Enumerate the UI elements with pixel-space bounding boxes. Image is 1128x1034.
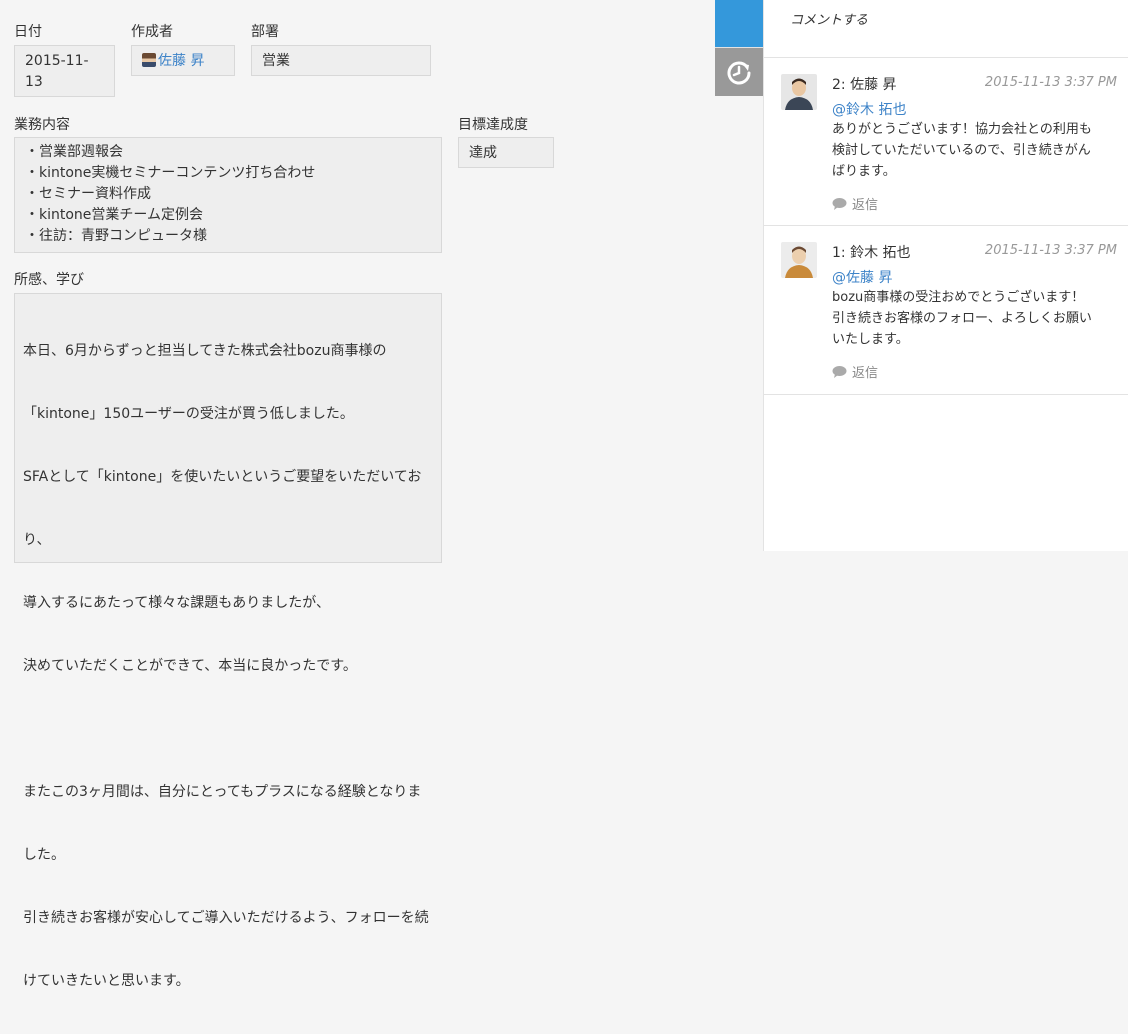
avatar [781,74,817,110]
date-value-line1: 2015-11- [25,53,89,69]
avatar [781,242,817,278]
department-label: 部署 [251,24,279,40]
impressions-line: り、 [23,532,51,548]
comment-mention[interactable]: @鈴木 拓也 [832,99,906,119]
comment-line: ばります。 [832,164,896,179]
comment-item: 2: 佐藤 昇 2015-11-13 3:37 PM @鈴木 拓也 ありがとうご… [764,58,1128,226]
reply-button[interactable]: 返信 [832,194,878,213]
impressions-line: 本日、6月からずっと担当してきた株式会社bozu商事様の [23,343,387,359]
goal-field: 達成 [458,137,554,168]
reply-bubble-icon [832,198,847,210]
creator-field: 佐藤 昇 [131,45,235,76]
impressions-line: した。 [23,847,65,863]
work-line: ・kintone営業チーム定例会 [25,207,203,223]
record-detail: 日付 2015-11- 13 作成者 佐藤 昇 部署 営業 業務内容 ・営業部週… [0,0,715,989]
comment-line: 引き続きお客様のフォロー、よろしくお願い [832,311,1092,326]
impressions-line: またこの3ヶ月間は、自分にとってもプラスになる経験となりま [23,784,422,800]
reply-button[interactable]: 返信 [832,362,878,381]
comment-date: 2015-11-13 3:37 PM [984,243,1117,258]
reply-label: 返信 [852,198,879,213]
work-line: ・営業部週報会 [25,144,123,160]
impressions-line [23,719,433,740]
comment-body: bozu商事様の受注おめでとうございます！ 引き続きお客様のフォロー、よろしくお… [832,287,1117,350]
history-tab[interactable] [715,48,763,96]
impressions-line: 引き続きお客様が安心してご導入いただけるよう、フォローを続 [23,910,429,926]
date-value-line2: 13 [25,74,43,90]
work-line: ・セミナー資料作成 [25,186,151,202]
comment-mention[interactable]: @佐藤 昇 [832,267,892,287]
comment-body: ありがとうございます！協力会社との利用も 検討していただいているので、引き続きが… [832,119,1117,182]
impressions-line: 「kintone」150ユーザーの受注が買う低しました。 [23,406,354,422]
goal-label: 目標達成度 [458,117,528,133]
comment-input[interactable]: コメントする [764,0,1128,58]
impressions-label: 所感、学び [14,272,84,288]
department-field: 営業 [251,45,431,76]
work-field: ・営業部週報会 ・kintone実機セミナーコンテンツ打ち合わせ ・セミナー資料… [14,137,442,253]
comment-date: 2015-11-13 3:37 PM [984,75,1117,90]
reply-label: 返信 [852,366,879,381]
history-icon [727,61,751,85]
comment-line: ありがとうございます！協力会社との利用も [832,122,1092,137]
comments-panel: コメントする 2: 佐藤 昇 2015-11-13 3:37 PM @鈴木 拓也… [763,0,1128,551]
comment-line: いたします。 [832,332,909,347]
reply-bubble-icon [832,366,847,378]
impressions-line: けていきたいと思います。 [23,973,190,989]
comment-item: 1: 鈴木 拓也 2015-11-13 3:37 PM @佐藤 昇 bozu商事… [764,226,1128,395]
comment-author: 1: 鈴木 拓也 [832,245,911,261]
work-label: 業務内容 [14,117,70,133]
work-line: ・往訪：青野コンピュータ様 [25,228,207,244]
comment-author: 2: 佐藤 昇 [832,77,897,93]
impressions-line: 決めていただくことができて、本当に良かったです。 [23,658,357,674]
comment-line: 検討していただいているので、引き続きがん [832,143,1091,158]
date-field: 2015-11- 13 [14,45,115,97]
comment-line: bozu商事様の受注おめでとうございます！ [832,290,1085,305]
work-line: ・kintone実機セミナーコンテンツ打ち合わせ [25,165,316,181]
impressions-line: SFAとして「kintone」を使いたいというご要望をいただいてお [23,469,422,485]
creator-link[interactable]: 佐藤 昇 [158,53,204,69]
user-avatar-icon [142,53,156,67]
sidebar-tabs [715,0,1080,551]
impressions-line: 導入するにあたって様々な課題もありましたが、 [23,595,331,611]
creator-label: 作成者 [131,24,173,40]
date-label: 日付 [14,24,42,40]
comment-placeholder: コメントする [790,13,869,28]
impressions-field: 本日、6月からずっと担当してきた株式会社bozu商事様の 「kintone」15… [14,293,442,989]
